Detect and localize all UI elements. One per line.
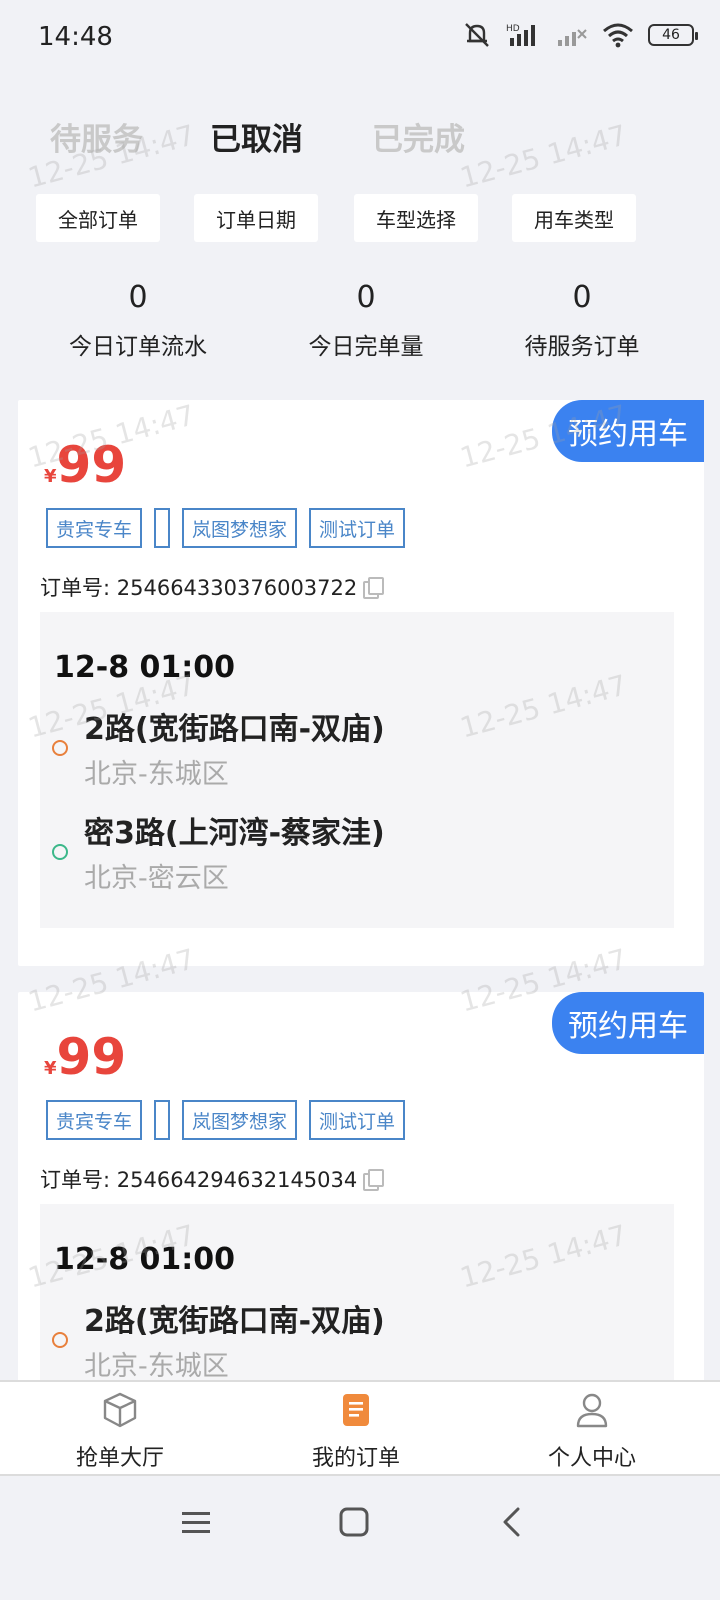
stat-label: 今日完单量	[308, 334, 424, 360]
end-stop-name: 密3路(上河湾-蔡家洼)	[84, 816, 385, 851]
nav-label: 我的订单	[311, 1446, 400, 1471]
route-box: 12-8 01:00 2路(宽街路口南-双庙) 北京-东城区 密3路(上河湾-蔡…	[40, 612, 674, 928]
filter-car-model[interactable]: 车型选择	[354, 194, 478, 242]
start-dot-icon	[52, 740, 68, 756]
order-number-text: 订单号: 254664330376003722	[40, 576, 358, 600]
signal-off-icon	[558, 29, 587, 46]
end-dot-icon	[52, 844, 68, 860]
tag-vip-car: 贵宾专车	[46, 1100, 143, 1140]
order-tags: 贵宾专车 岚图梦想家 测试订单	[46, 508, 406, 548]
tag-car-model: 岚图梦想家	[182, 1100, 298, 1140]
reservation-badge: 预约用车	[552, 400, 704, 462]
filter-order-date[interactable]: 订单日期	[194, 194, 318, 242]
battery-level: 46	[662, 27, 680, 43]
route-box: 12-8 01:00 2路(宽街路口南-双庙) 北京-东城区	[40, 1204, 674, 1392]
mute-bell-icon	[465, 23, 489, 47]
stat-value: 0	[572, 280, 592, 315]
system-nav-bar	[0, 1478, 720, 1600]
order-card[interactable]: 预约用车 ¥99 贵宾专车 岚图梦想家 测试订单 订单号: 2546642946…	[18, 992, 704, 1392]
tag-empty	[154, 508, 171, 548]
status-icons: HD 46	[462, 22, 698, 48]
signal-hd-icon: HD	[506, 24, 535, 46]
end-stop-area: 北京-密云区	[84, 863, 229, 894]
tab-pending[interactable]: 待服务	[50, 114, 143, 159]
copy-icon[interactable]	[363, 1169, 385, 1191]
nav-my-orders[interactable]: 我的订单	[276, 1390, 436, 1472]
route-time: 12-8 01:00	[54, 650, 236, 685]
document-icon	[336, 1390, 376, 1430]
stat-today-completed: 0 今日完单量	[266, 280, 466, 361]
currency-symbol: ¥	[44, 466, 57, 487]
battery-icon: 46	[648, 24, 698, 46]
order-number-text: 订单号: 254664294632145034	[40, 1168, 358, 1192]
tab-cancelled[interactable]: 已取消	[210, 114, 303, 159]
stat-pending-orders: 0 待服务订单	[482, 280, 682, 361]
hd-text: HD	[506, 24, 520, 34]
stat-value: 0	[128, 280, 148, 315]
start-dot-icon	[52, 1332, 68, 1348]
order-number: 订单号: 254664330376003722	[40, 572, 385, 602]
reservation-badge: 预约用车	[552, 992, 704, 1054]
tab-completed[interactable]: 已完成	[372, 114, 465, 159]
wifi-icon	[603, 23, 633, 48]
box-icon	[100, 1390, 140, 1430]
route-time: 12-8 01:00	[54, 1242, 236, 1277]
stat-label: 今日订单流水	[69, 334, 207, 360]
nav-order-hall[interactable]: 抢单大厅	[40, 1390, 200, 1472]
start-stop-name: 2路(宽街路口南-双庙)	[84, 712, 385, 747]
nav-label: 个人中心	[547, 1446, 636, 1471]
person-icon	[572, 1390, 612, 1430]
price-value: 99	[56, 1028, 127, 1086]
start-stop-name: 2路(宽街路口南-双庙)	[84, 1304, 385, 1339]
menu-icon[interactable]	[180, 1508, 212, 1538]
tag-car-model: 岚图梦想家	[182, 508, 298, 548]
filter-car-type[interactable]: 用车类型	[512, 194, 636, 242]
bottom-nav: 抢单大厅 我的订单 个人中心	[0, 1380, 720, 1476]
tag-empty	[154, 1100, 171, 1140]
stat-value: 0	[356, 280, 376, 315]
order-number: 订单号: 254664294632145034	[40, 1164, 385, 1194]
nav-profile[interactable]: 个人中心	[512, 1390, 672, 1472]
copy-icon[interactable]	[363, 577, 385, 599]
back-icon[interactable]	[500, 1506, 524, 1538]
tag-test-order: 测试订单	[309, 1100, 406, 1140]
start-stop-area: 北京-东城区	[84, 759, 229, 790]
start-stop-area: 北京-东城区	[84, 1351, 229, 1382]
watermark: 12-25 14:47	[456, 118, 631, 195]
order-tags: 贵宾专车 岚图梦想家 测试订单	[46, 1100, 406, 1140]
tag-vip-car: 贵宾专车	[46, 508, 143, 548]
home-icon[interactable]	[338, 1506, 370, 1538]
order-price: ¥99	[44, 436, 126, 494]
price-value: 99	[56, 436, 127, 494]
stat-today-flow: 0 今日订单流水	[38, 280, 238, 361]
currency-symbol: ¥	[44, 1058, 57, 1079]
nav-label: 抢单大厅	[75, 1446, 164, 1471]
order-card[interactable]: 预约用车 ¥99 贵宾专车 岚图梦想家 测试订单 订单号: 2546643303…	[18, 400, 704, 966]
status-time: 14:48	[38, 22, 113, 52]
tag-test-order: 测试订单	[309, 508, 406, 548]
filter-all-orders[interactable]: 全部订单	[36, 194, 160, 242]
order-price: ¥99	[44, 1028, 126, 1086]
stat-label: 待服务订单	[524, 334, 640, 360]
